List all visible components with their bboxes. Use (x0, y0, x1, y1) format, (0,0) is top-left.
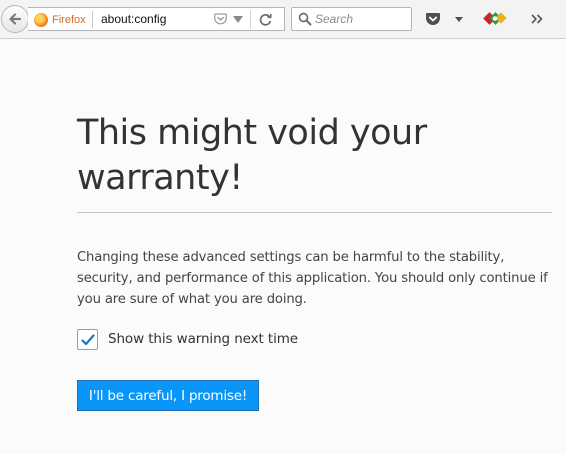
url-history-dropdown-icon[interactable] (233, 16, 243, 23)
url-input[interactable]: about:config (101, 12, 166, 26)
reload-icon (259, 13, 272, 26)
pocket-icon (426, 12, 440, 25)
overflow-menu-button[interactable] (528, 8, 546, 30)
warning-page: This might void your warranty! Changing … (0, 39, 566, 454)
reload-button[interactable] (256, 11, 274, 28)
warning-description: Changing these advanced settings can be … (77, 250, 548, 307)
search-bar[interactable]: Search (291, 7, 412, 31)
chevron-down-icon (455, 16, 463, 22)
show-warning-checkbox[interactable] (77, 329, 98, 350)
url-bar[interactable]: Firefox about:config (28, 7, 285, 31)
nav-toolbar: Firefox about:config Search (0, 0, 566, 39)
back-button[interactable] (1, 5, 29, 33)
pocket-button[interactable] (422, 8, 444, 30)
identity-brand-label: Firefox (52, 13, 86, 26)
firefox-logo-icon (34, 12, 48, 27)
extension-button[interactable] (481, 8, 509, 30)
accept-risk-button[interactable]: I'll be careful, I promise! (77, 380, 259, 411)
double-chevron-right-icon (531, 14, 543, 24)
search-icon (298, 12, 312, 26)
show-warning-label[interactable]: Show this warning next time (108, 331, 298, 347)
identity-box[interactable]: Firefox (34, 11, 93, 28)
back-arrow-icon (9, 13, 22, 25)
url-separator (250, 10, 251, 29)
title-divider (77, 212, 552, 213)
pocket-page-icon[interactable] (214, 13, 227, 25)
search-input[interactable]: Search (315, 12, 353, 26)
extension-icon (483, 12, 507, 25)
checkmark-icon (80, 333, 95, 345)
pocket-dropdown-button[interactable] (453, 8, 465, 30)
page-title: This might void your warranty! (77, 113, 427, 198)
